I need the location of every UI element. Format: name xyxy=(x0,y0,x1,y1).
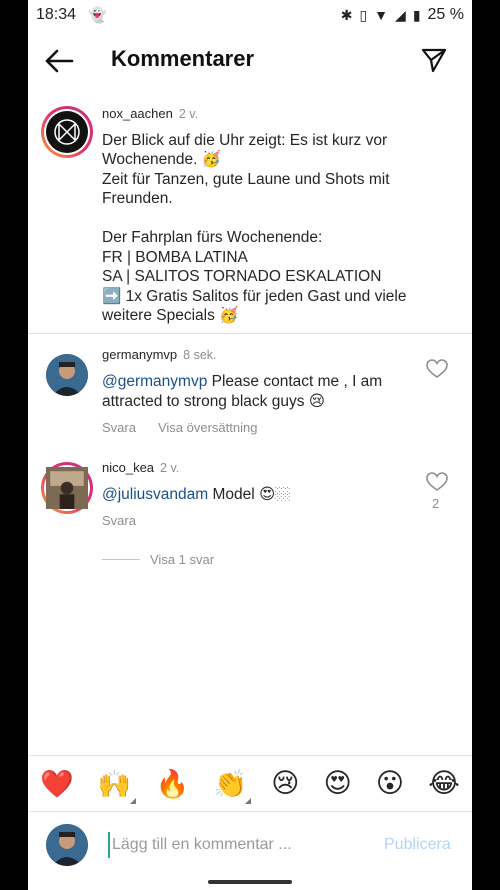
comment-body: nico_kea 2 v. @juliusvandam Model 😍🏼 Svar… xyxy=(102,458,412,531)
send-icon[interactable] xyxy=(420,46,448,74)
back-arrow-icon[interactable] xyxy=(44,48,74,74)
avatar xyxy=(46,824,88,866)
emoji-crying[interactable]: 😢 xyxy=(271,768,299,799)
comment-mention[interactable]: @juliusvandam xyxy=(102,486,208,503)
vibrate-icon: ▯ xyxy=(359,6,368,23)
emoji-fire[interactable]: 🔥 xyxy=(156,768,190,800)
comment-username[interactable]: nico_kea xyxy=(102,460,154,475)
caption-body: Der Blick auf die Uhr zeigt: Es ist kurz… xyxy=(102,131,407,325)
reply-button[interactable]: Svara xyxy=(102,418,136,438)
caption-text-block: nox_aachen 2 v. Der Blick auf die Uhr zei… xyxy=(102,104,432,326)
battery-icon: ▮ xyxy=(412,6,421,23)
avatar[interactable] xyxy=(46,354,88,396)
battery-level: 25 % xyxy=(427,6,464,23)
emoji-heart-eyes[interactable]: 😍 xyxy=(324,768,352,799)
comment-text: @juliusvandam Model 😍🏼 xyxy=(102,485,412,505)
comment-age: 8 sek. xyxy=(183,348,217,362)
person-photo-icon xyxy=(46,467,88,509)
caption-age: 2 v. xyxy=(178,107,199,121)
avatar[interactable] xyxy=(41,106,93,158)
emoji-heart[interactable]: ❤️ xyxy=(40,768,74,800)
person-photo-icon xyxy=(46,354,88,396)
like-count: 2 xyxy=(432,496,440,511)
publish-button[interactable]: Publicera xyxy=(384,836,451,854)
person-photo-icon xyxy=(46,824,88,866)
emoji-clap[interactable]: 👏 xyxy=(213,768,251,804)
page-title: Kommentarer xyxy=(111,46,255,71)
quick-emoji-bar: ❤️ 🙌 🔥 👏 😢 😍 😮 😂 xyxy=(28,755,472,811)
comment-actions: Svara xyxy=(102,511,412,531)
header: Kommentarer xyxy=(28,30,472,92)
reply-button[interactable]: Svara xyxy=(102,511,136,531)
comment-age: 2 v. xyxy=(160,461,180,475)
wifi-icon: ▼ xyxy=(374,7,389,23)
emoji-laughing[interactable]: 😂 xyxy=(428,768,460,799)
caption-divider xyxy=(28,333,472,334)
emoji-raised-hands[interactable]: 🙌 xyxy=(98,768,136,804)
app-frame: 18:34 👻 ✱ ▯ ▼ ◢ ▮ 25 % Kommentarer nox_a… xyxy=(28,0,472,890)
emoji-surprised[interactable]: 😮 xyxy=(376,768,404,799)
comment-composer: Publicera xyxy=(28,811,472,877)
translate-button[interactable]: Visa översättning xyxy=(158,418,258,438)
comment-input[interactable] xyxy=(108,832,378,858)
home-indicator[interactable] xyxy=(208,880,292,884)
like-heart-icon[interactable] xyxy=(426,359,448,379)
bluetooth-icon: ✱ xyxy=(340,6,353,23)
replies-divider-line xyxy=(102,559,140,560)
signal-icon: ◢ xyxy=(395,6,406,23)
status-bar: 18:34 👻 ✱ ▯ ▼ ◢ ▮ 25 % xyxy=(28,0,472,30)
caption-username[interactable]: nox_aachen xyxy=(102,106,173,121)
comment-mention[interactable]: @germanymvp xyxy=(102,373,207,390)
comment-message: Model 😍🏼 xyxy=(208,486,291,503)
status-time: 18:34 xyxy=(36,6,77,23)
comment-username[interactable]: germanymvp xyxy=(102,347,177,362)
comment-actions: Svara Visa översättning xyxy=(102,418,412,438)
nox-logo-icon xyxy=(54,119,80,145)
show-replies-label: Visa 1 svar xyxy=(150,552,215,567)
show-replies-button[interactable]: Visa 1 svar xyxy=(102,552,214,567)
comment-text: @germanymvp Please contact me , I am att… xyxy=(102,372,412,412)
avatar[interactable] xyxy=(41,462,93,514)
comment-body: germanymvp 8 sek. @germanymvp Please cont… xyxy=(102,345,412,438)
like-heart-icon[interactable] xyxy=(426,472,448,492)
snapchat-icon: 👻 xyxy=(88,7,107,24)
status-icons: ✱ ▯ ▼ ◢ ▮ 25 % xyxy=(341,6,464,24)
